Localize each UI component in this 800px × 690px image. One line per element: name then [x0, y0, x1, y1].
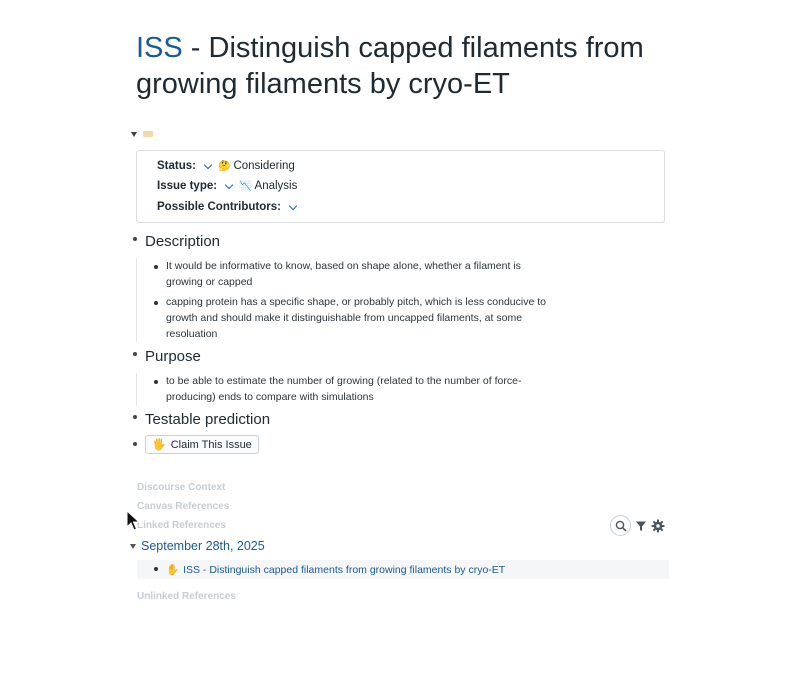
date-link[interactable]: September 28th, 2025 — [141, 539, 265, 553]
title-link[interactable]: ISS — [136, 32, 183, 64]
claim-issue-button[interactable]: 🖐 Claim This Issue — [145, 435, 259, 454]
bullet-dot[interactable] — [133, 352, 137, 356]
list-item[interactable]: It would be informative to know, based o… — [166, 258, 556, 290]
search-button[interactable] — [610, 515, 631, 536]
issue-type-row: Issue type: 📉 Analysis — [157, 180, 297, 192]
title-text: - Distinguish capped filaments from grow… — [136, 32, 644, 100]
status-row: Status: 🤔 Considering — [157, 160, 295, 172]
discourse-context-header[interactable]: Discourse Context — [137, 482, 225, 493]
tag-icon — [143, 131, 153, 137]
contributors-row: Possible Contributors: — [157, 201, 303, 213]
description-children: It would be informative to know, based o… — [136, 258, 556, 342]
contributors-label: Possible Contributors: — [157, 201, 281, 213]
properties-toggle[interactable] — [131, 128, 153, 140]
chevron-down-icon[interactable] — [288, 201, 298, 210]
chevron-down-icon[interactable] — [203, 160, 213, 169]
bullet-dot[interactable] — [154, 301, 158, 305]
hand-icon: 🖐 — [152, 439, 166, 451]
bullet-dot[interactable] — [133, 237, 137, 241]
search-icon — [615, 520, 627, 532]
list-item[interactable]: to be able to estimate the number of gro… — [166, 373, 556, 405]
references-toolbar — [610, 515, 665, 536]
filter-icon[interactable] — [635, 520, 647, 532]
purpose-heading[interactable]: Purpose — [145, 348, 201, 365]
unlinked-references-header[interactable]: Unlinked References — [137, 591, 236, 602]
canvas-references-header[interactable]: Canvas References — [137, 501, 229, 512]
chart-emoji-icon: 📉 — [239, 180, 252, 192]
page-title: ISS - Distinguish capped filaments from … — [136, 30, 696, 102]
chevron-down-icon[interactable] — [224, 180, 234, 189]
bullet-dot[interactable] — [133, 442, 137, 446]
linked-references-header[interactable]: Linked References — [137, 520, 226, 531]
reference-link[interactable]: ISS - Distinguish capped filaments from … — [183, 564, 505, 576]
bullet-dot[interactable] — [154, 265, 158, 269]
status-value[interactable]: Considering — [233, 160, 294, 172]
bullet-dot[interactable] — [154, 380, 158, 384]
status-label: Status: — [157, 160, 196, 172]
cursor-icon — [126, 510, 140, 531]
bullet-dot[interactable] — [133, 415, 137, 419]
date-group[interactable]: September 28th, 2025 — [130, 539, 265, 553]
purpose-children: to be able to estimate the number of gro… — [136, 373, 556, 406]
caret-down-icon[interactable] — [131, 131, 137, 137]
hand-icon: ✋ — [166, 564, 180, 576]
issue-type-value[interactable]: Analysis — [255, 180, 298, 192]
caret-down-icon[interactable] — [130, 543, 136, 549]
page: ISS - Distinguish capped filaments from … — [0, 0, 800, 690]
description-heading[interactable]: Description — [145, 233, 220, 250]
properties-box: Status: 🤔 Considering Issue type: 📉 Anal… — [136, 150, 665, 223]
claim-issue-label: Claim This Issue — [170, 438, 252, 451]
gear-icon[interactable] — [651, 519, 665, 533]
bullet-dot[interactable] — [154, 567, 158, 571]
issue-type-label: Issue type: — [157, 180, 218, 192]
linked-reference-row[interactable]: ✋ ISS - Distinguish capped filaments fro… — [137, 560, 669, 579]
prediction-heading[interactable]: Testable prediction — [145, 411, 270, 428]
reference-item[interactable]: ✋ ISS - Distinguish capped filaments fro… — [166, 563, 505, 577]
list-item[interactable]: capping protein has a specific shape, or… — [166, 294, 556, 342]
thinking-emoji-icon: 🤔 — [217, 160, 231, 172]
